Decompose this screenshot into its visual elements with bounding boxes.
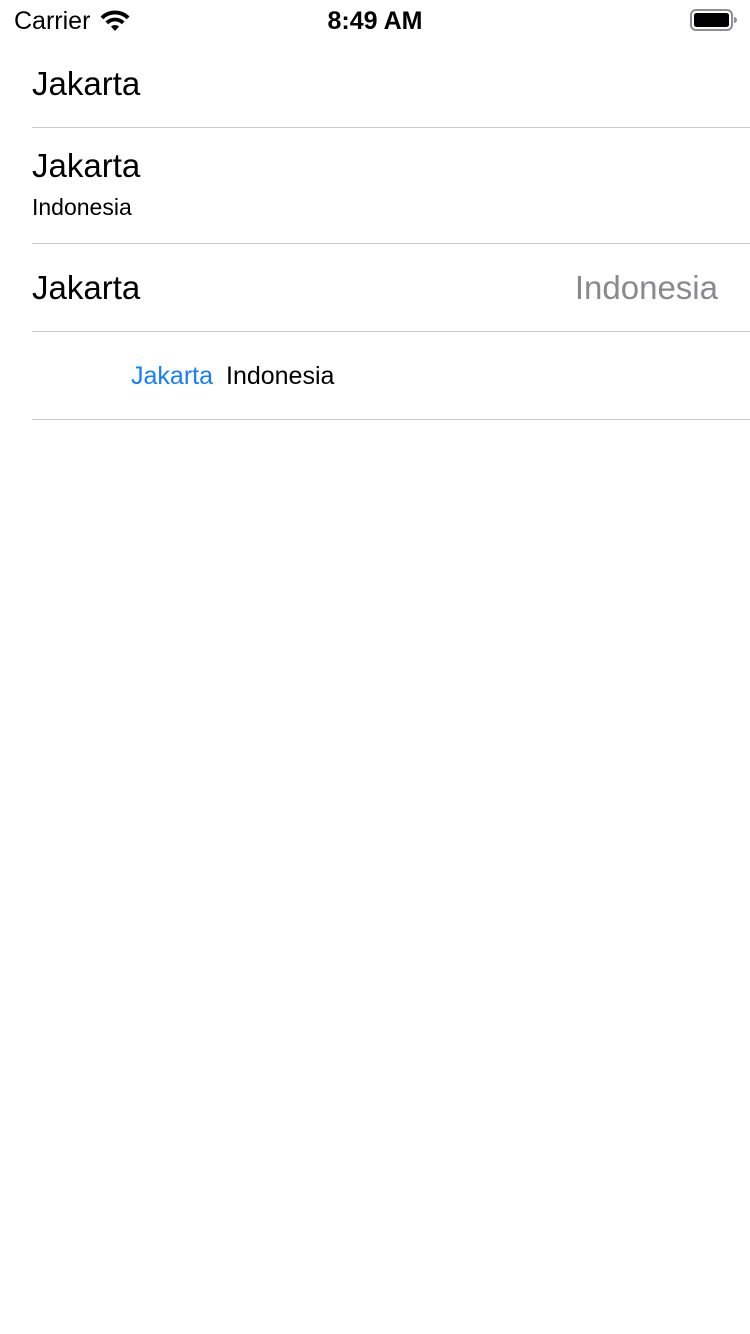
cell-subtitle: Indonesia — [32, 194, 132, 220]
cell-detail: Indonesia — [226, 362, 335, 390]
status-time: 8:49 AM — [327, 7, 423, 35]
table-row-value1[interactable]: Jakarta Indonesia — [0, 244, 750, 332]
table-row-subtitle[interactable]: Jakarta Indonesia — [0, 128, 750, 244]
status-bar: Carrier 8:49 AM — [0, 0, 750, 40]
table-view: Jakarta Jakarta Indonesia Jakarta Indone… — [0, 40, 750, 420]
battery-full-icon — [690, 8, 738, 32]
table-row-value2[interactable]: Jakarta Indonesia — [0, 332, 750, 420]
cell-detail: Indonesia — [574, 269, 718, 306]
cell-title: Jakarta — [32, 269, 141, 306]
cell-title: Jakarta — [32, 147, 141, 184]
cell-title: Jakarta — [32, 65, 141, 102]
table-row-default[interactable]: Jakarta — [0, 40, 750, 128]
cell-label: Jakarta — [131, 362, 213, 390]
